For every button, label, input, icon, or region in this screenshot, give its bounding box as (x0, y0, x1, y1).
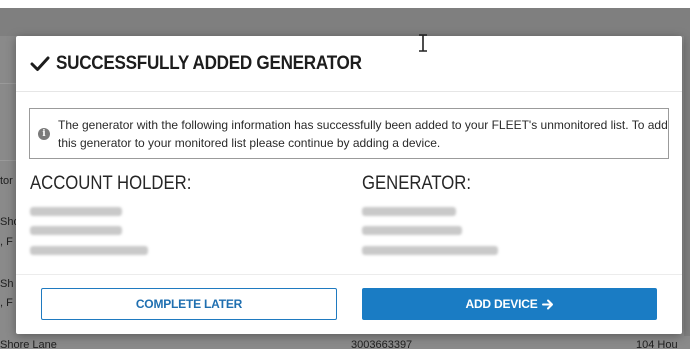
complete-later-button[interactable]: COMPLETE LATER (41, 288, 337, 320)
bg-cell: tor (0, 175, 13, 187)
row-divider (0, 160, 16, 161)
add-device-button[interactable]: ADD DEVICE (362, 288, 657, 320)
redacted-street (362, 226, 462, 235)
bg-cell: 104 Hou (636, 339, 678, 349)
add-device-label: ADD DEVICE (465, 297, 538, 311)
bg-cell: Shore Lane (0, 339, 57, 349)
page-right-edge (684, 36, 690, 336)
redacted-email (30, 246, 148, 255)
notice-box: i The generator with the following infor… (29, 108, 669, 159)
page-header-strip (0, 8, 690, 36)
redacted-city (362, 246, 498, 255)
generator-heading: GENERATOR: (362, 173, 472, 194)
modal-title: SUCCESSFULLY ADDED GENERATOR (56, 52, 362, 74)
info-icon: i (38, 127, 50, 140)
row-divider (0, 83, 16, 84)
check-icon (30, 56, 50, 71)
account-holder-heading: ACCOUNT HOLDER: (30, 173, 192, 194)
redacted-generator-name (362, 207, 456, 216)
bg-cell: , F (0, 297, 13, 309)
arrow-right-icon (541, 299, 553, 309)
complete-later-label: COMPLETE LATER (135, 297, 243, 311)
redacted-name (30, 207, 122, 216)
text-cursor-icon (419, 34, 427, 52)
bg-cell: , F (0, 236, 13, 248)
modal-header: SUCCESSFULLY ADDED GENERATOR (16, 36, 682, 92)
success-modal: SUCCESSFULLY ADDED GENERATOR i The gener… (16, 36, 682, 334)
notice-text: The generator with the following informa… (58, 117, 668, 150)
page-top-bar (0, 0, 690, 8)
bg-cell: 3003663397 (351, 339, 413, 349)
bg-cell: Sh (0, 278, 14, 290)
redacted-phone (30, 226, 122, 235)
footer-divider (16, 274, 682, 275)
